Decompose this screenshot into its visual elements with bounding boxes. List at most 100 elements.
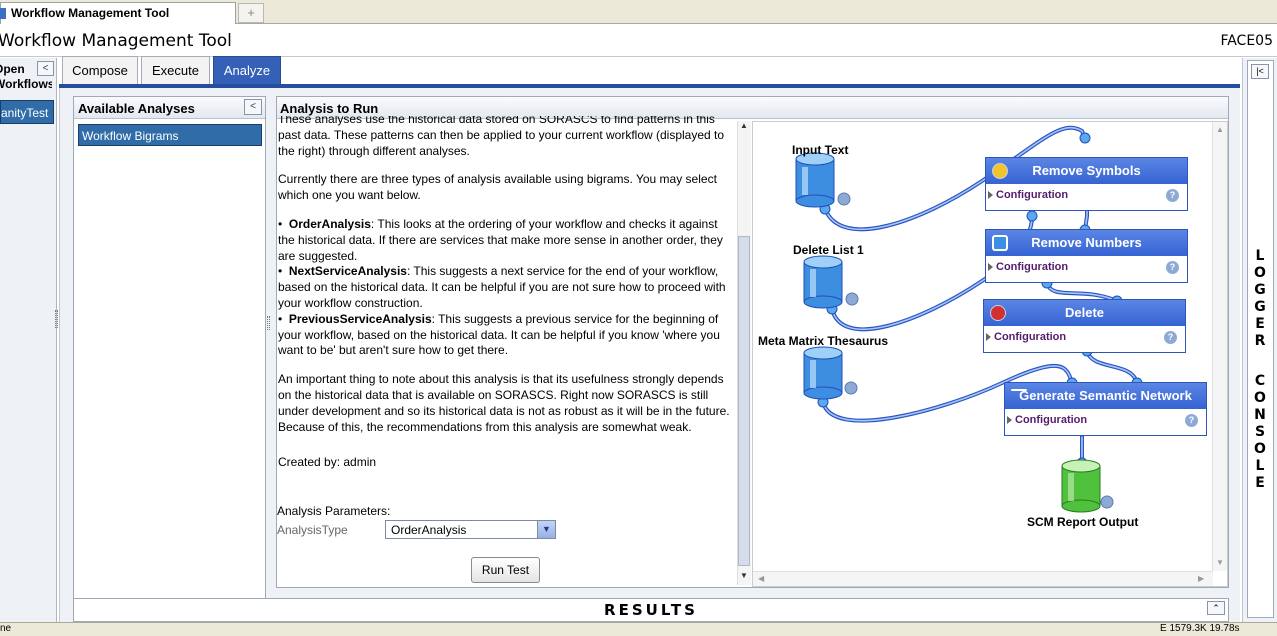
configuration-label: Configuration [996,261,1069,273]
scroll-down-icon[interactable]: ▼ [738,571,750,584]
service-name: Remove Symbols [1032,163,1141,178]
vertical-letter: O [1254,390,1266,406]
configuration-toggle[interactable]: Configuration? [984,326,1185,344]
scroll-up-icon[interactable]: ▲ [1216,125,1224,134]
vertical-letter: C [1254,373,1266,389]
logger-label: LOGGER [1249,248,1271,350]
vertical-letter: R [1254,333,1266,349]
input-label: Delete List 1 [793,243,864,257]
service-name: Remove Numbers [1031,235,1142,250]
canvas-horizontal-scrollbar[interactable] [753,571,1213,586]
created-by: Created by: admin [278,455,377,470]
scroll-up-icon[interactable]: ▲ [738,121,750,134]
scroll-left-icon[interactable]: ◀ [758,574,764,583]
configuration-label: Configuration [994,331,1067,343]
analysis-type-item: • NextServiceAnalysis: This suggests a n… [278,264,726,310]
analysis-type-name: NextServiceAnalysis [288,264,407,279]
configuration-toggle[interactable]: Configuration? [986,184,1187,202]
collapse-open-workflows-button[interactable]: < [37,61,54,76]
analysis-item-workflow-bigrams[interactable]: Workflow Bigrams [78,124,262,146]
help-icon[interactable]: ? [1166,189,1179,202]
analysis-type-item: • OrderAnalysis: This looks at the order… [278,216,723,263]
left-splitter-handle[interactable] [55,310,58,328]
vertical-letter: L [1255,458,1265,474]
analysis-type-name: OrderAnalysis [288,216,371,231]
tab-execute[interactable]: Execute [141,56,210,84]
tab-compose[interactable]: Compose [62,56,138,84]
service-name: Delete [1064,305,1105,320]
scroll-thumb[interactable] [738,236,750,566]
help-icon[interactable]: ? [1166,261,1179,274]
input-cylinder[interactable] [803,346,843,400]
analysis-type-label: AnalysisType [277,523,348,537]
service-node-generate-semantic-network[interactable]: Generate Semantic Network Configuration? [1004,382,1207,436]
vertical-letter: L [1255,248,1265,264]
scroll-down-icon[interactable]: ▼ [1216,558,1224,567]
vertical-letter: N [1254,407,1266,423]
service-node-delete[interactable]: Delete Configuration? [983,299,1186,353]
square-icon [992,235,1008,251]
app-title: Workflow Management Tool [0,31,232,51]
expand-icon [988,191,993,199]
workflow-item-label: SanityTest [1,106,49,120]
workflow-item[interactable]: SanityTest [0,100,54,124]
scroll-right-icon[interactable]: ▶ [1198,574,1204,583]
vertical-letter: O [1254,265,1266,281]
collapse-available-analyses-button[interactable]: < [244,99,262,115]
analysis-type-select[interactable]: OrderAnalysis [385,520,556,539]
x-icon [990,305,1006,321]
open-workflows-panel [0,58,57,622]
configuration-label: Configuration [1015,414,1088,426]
expand-icon [1007,416,1012,424]
input-label: Input Text [792,143,849,157]
available-analyses-title: Available Analyses [74,97,265,119]
tab-analyze[interactable]: Analyze [213,56,281,84]
analysis-type-name: PreviousServiceAnalysis [288,311,432,326]
main-tabs: Compose Execute Analyze [59,56,1239,86]
types-intro-text: Currently there are three types of analy… [278,172,717,203]
new-tab-button[interactable]: + [238,3,264,23]
open-workflows-title-line2: Workflows [0,77,52,91]
input-cylinder[interactable] [803,255,843,309]
output-label: SCM Report Output [1027,515,1139,529]
help-icon[interactable]: ? [1185,414,1198,427]
help-icon[interactable]: ? [1164,331,1177,344]
status-left-text: ne [0,623,12,634]
status-bar [0,622,1277,636]
vertical-letter: G [1254,282,1266,298]
note-text: An important thing to note about this an… [278,372,730,434]
app-icon [0,8,6,19]
input-label: Meta Matrix Thesaurus [758,334,889,348]
vertical-letter: E [1255,475,1265,491]
chevron-down-icon[interactable]: ▼ [537,521,555,538]
output-cylinder[interactable] [1061,459,1101,513]
console-label: CONSOLE [1249,373,1271,492]
app-code: FACE05 [1220,33,1273,49]
vertical-letter: O [1254,441,1266,457]
middle-splitter-handle[interactable] [267,316,270,330]
browser-tab[interactable]: Workflow Management Tool [0,2,236,24]
vertical-letter: G [1254,299,1266,315]
status-right-text: E 1579.3K 19.78s [1160,623,1240,634]
vertical-letter: S [1254,424,1266,440]
configuration-toggle[interactable]: Configuration? [1005,409,1206,427]
service-node-remove-numbers[interactable]: Remove Numbers Configuration? [985,229,1188,283]
maximize-results-button[interactable]: ⌃ [1207,601,1225,615]
run-test-button[interactable]: Run Test [471,557,540,583]
configuration-toggle[interactable]: Configuration? [986,256,1187,274]
intro-text: These analyses use the historical data s… [278,116,725,158]
minus-icon [1011,389,1027,391]
expand-icon [986,333,991,341]
input-cylinder[interactable] [795,152,835,208]
expand-logger-button[interactable]: |< [1251,64,1269,79]
vertical-letter: E [1255,316,1265,332]
service-node-remove-symbols[interactable]: Remove Symbols Configuration? [985,157,1188,211]
canvas-vertical-scrollbar[interactable] [1212,122,1227,571]
service-name: Generate Semantic Network [1019,388,1192,403]
available-analyses-panel [73,96,266,616]
analysis-type-item: • PreviousServiceAnalysis: This suggests… [278,311,720,358]
browser-tab-title: Workflow Management Tool [11,6,170,20]
results-panel-title[interactable]: RESULTS [73,598,1229,622]
analysis-parameters-label: Analysis Parameters: [277,504,391,518]
expand-icon [988,263,993,271]
